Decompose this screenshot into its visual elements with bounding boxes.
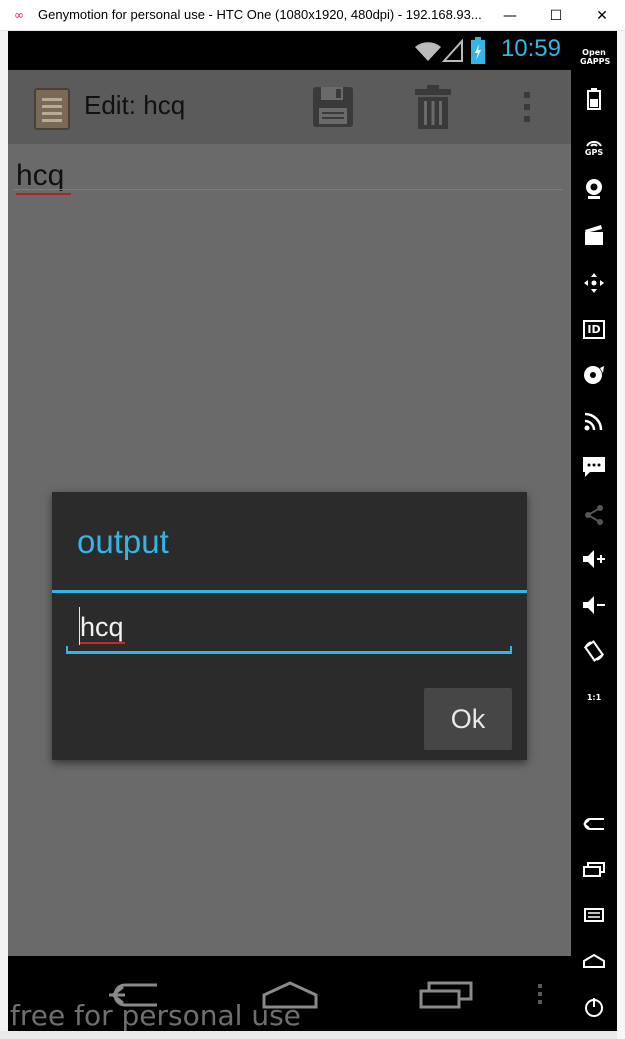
recent-apps-icon[interactable] xyxy=(416,974,476,1014)
gps-icon[interactable]: GPS xyxy=(576,131,612,163)
genymotion-window: ∞ Genymotion for personal use - HTC One … xyxy=(0,0,625,1039)
open-gapps-label: Open GAPPS xyxy=(580,48,611,66)
overflow-menu-icon[interactable] xyxy=(513,84,541,130)
scale-icon[interactable]: 1:1 xyxy=(576,681,612,713)
action-bar-title: Edit: hcq xyxy=(84,90,186,120)
delete-icon[interactable] xyxy=(410,84,456,130)
background-editor-strip-right xyxy=(617,31,625,1039)
menu-dots-icon[interactable] xyxy=(510,974,570,1014)
genymotion-logo-icon: ∞ xyxy=(14,8,24,22)
editor-content[interactable]: hcq output hcq Ok xyxy=(8,144,571,956)
share-icon[interactable] xyxy=(576,499,612,531)
dialog-input-value[interactable]: hcq xyxy=(80,612,124,643)
dpad-icon[interactable] xyxy=(576,267,612,299)
recent-icon[interactable] xyxy=(576,853,612,885)
input-underline xyxy=(66,646,512,654)
save-icon[interactable] xyxy=(308,84,358,130)
menu-icon[interactable] xyxy=(576,899,612,931)
watermark-text: free for personal use xyxy=(10,999,301,1031)
output-dialog: output hcq Ok xyxy=(52,492,527,760)
home-icon[interactable] xyxy=(576,945,612,977)
sms-icon[interactable] xyxy=(576,451,612,483)
background-editor-strip xyxy=(0,31,8,1039)
battery-icon xyxy=(471,37,485,64)
spellcheck-underline xyxy=(16,193,71,195)
genymotion-toolbar: Open GAPPS GPS ID 1:1 xyxy=(571,31,617,1039)
window-title: Genymotion for personal use - HTC One (1… xyxy=(38,7,482,22)
battery-icon[interactable] xyxy=(576,83,612,115)
cast-icon[interactable] xyxy=(576,405,612,437)
status-bar: 10:59 xyxy=(8,31,571,70)
note-text-line xyxy=(13,189,563,190)
window-title-bar[interactable]: ∞ Genymotion for personal use - HTC One … xyxy=(0,0,625,31)
dialog-title-divider xyxy=(52,590,527,593)
spellcheck-underline xyxy=(80,642,125,644)
disk-icon[interactable] xyxy=(576,359,612,391)
dialog-text-input[interactable]: hcq xyxy=(66,604,512,654)
gps-label: GPS xyxy=(584,147,604,157)
dialog-title: output xyxy=(77,523,169,560)
note-text[interactable]: hcq xyxy=(16,159,64,193)
rotate-icon[interactable] xyxy=(576,635,612,667)
back-icon[interactable] xyxy=(576,807,612,839)
id-label: ID xyxy=(583,319,605,339)
id-icon[interactable]: ID xyxy=(576,313,612,345)
maximize-button[interactable]: ☐ xyxy=(533,0,579,31)
volume-down-icon[interactable] xyxy=(576,589,612,621)
status-clock: 10:59 xyxy=(500,35,561,62)
notepad-icon[interactable] xyxy=(34,88,70,130)
close-button[interactable]: ✕ xyxy=(579,0,625,31)
minimize-button[interactable]: — xyxy=(487,0,533,31)
capture-icon[interactable] xyxy=(576,219,612,251)
volume-up-icon[interactable] xyxy=(576,543,612,575)
open-gapps-icon[interactable]: Open GAPPS xyxy=(576,41,612,73)
action-bar: Edit: hcq xyxy=(8,70,571,144)
webcam-icon[interactable] xyxy=(576,173,612,205)
ok-button[interactable]: Ok xyxy=(424,688,512,750)
window-bottom-edge xyxy=(0,1031,617,1039)
android-screen[interactable]: 10:59 Edit: hcq hcq output hcq Ok free f… xyxy=(8,31,571,1031)
wifi-icon xyxy=(415,42,441,61)
power-icon[interactable] xyxy=(576,991,612,1023)
ratio-label: 1:1 xyxy=(586,692,602,702)
signal-icon xyxy=(442,39,463,62)
